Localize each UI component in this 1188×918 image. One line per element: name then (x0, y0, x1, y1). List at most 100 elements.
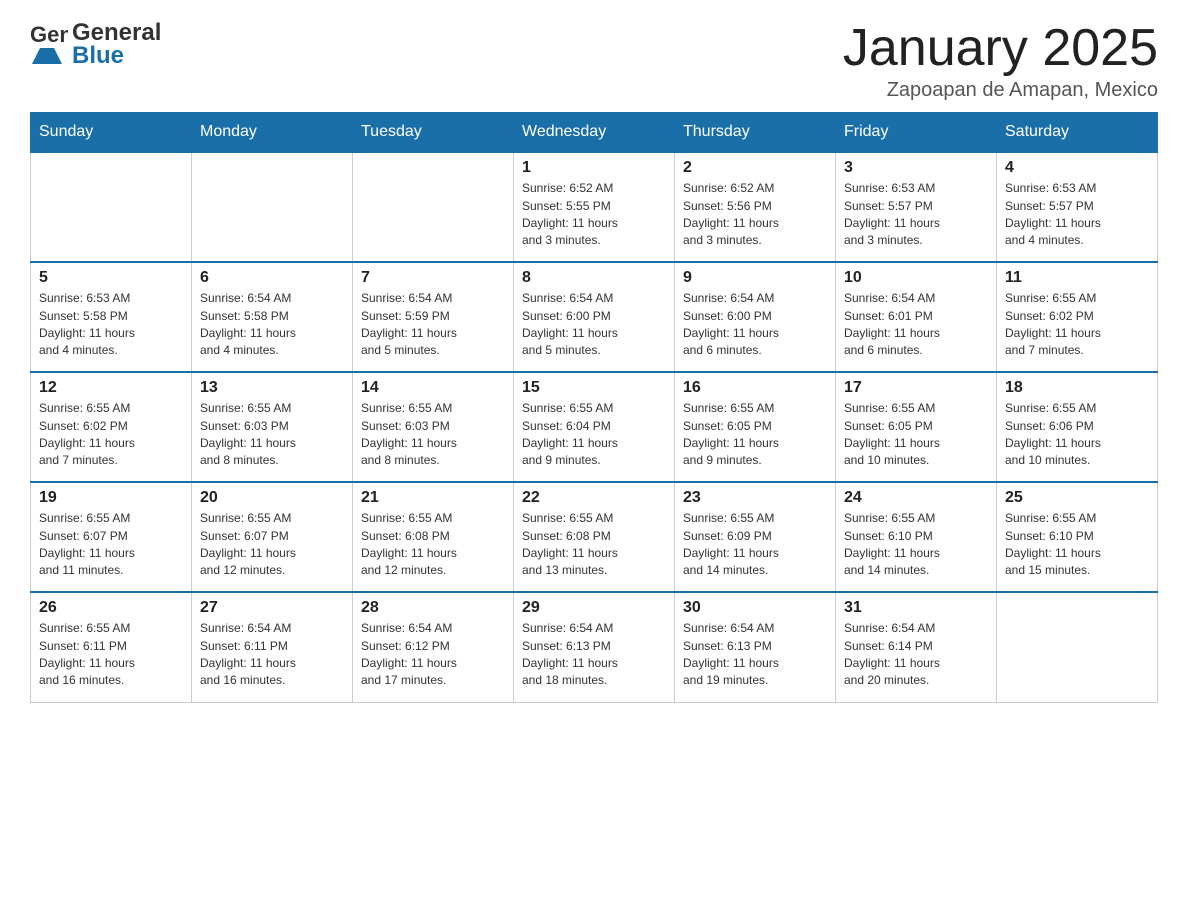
day-number: 15 (522, 379, 666, 397)
day-number: 4 (1005, 159, 1149, 177)
logo: General General Blue (30, 20, 161, 69)
day-info: Sunrise: 6:54 AM Sunset: 6:11 PM Dayligh… (200, 620, 344, 690)
table-row: 16 Sunrise: 6:55 AM Sunset: 6:05 PM Dayli… (675, 372, 836, 482)
table-row: 6Sunrise: 6:54 AM Sunset: 5:58 PM Daylig… (192, 262, 353, 372)
day-info: Sunrise: 6:52 AM Sunset: 5:56 PM Dayligh… (683, 180, 827, 250)
day-info: Sunrise: 6:54 AM Sunset: 6:13 PM Dayligh… (683, 620, 827, 690)
day-info: Sunrise: 6:52 AM Sunset: 5:55 PM Dayligh… (522, 180, 666, 250)
month-title: January 2025 (843, 20, 1158, 77)
day-number: 26 (39, 599, 183, 617)
day-info: Sunrise: 6:54 AM Sunset: 6:00 PM Dayligh… (683, 290, 827, 360)
day-number: 14 (361, 379, 505, 397)
table-row: 3 Sunrise: 6:53 AM Sunset: 5:57 PM Daylig… (836, 152, 997, 262)
calendar-week-row: 26 Sunrise: 6:55 AM Sunset: 6:11 PM Dayli… (31, 592, 1158, 702)
day-number: 13 (200, 379, 344, 397)
table-row: 7 Sunrise: 6:54 AM Sunset: 5:59 PM Daylig… (353, 262, 514, 372)
day-info: Sunrise: 6:55 AM Sunset: 6:06 PM Dayligh… (1005, 400, 1149, 470)
day-info: Sunrise: 6:54 AM Sunset: 5:59 PM Dayligh… (361, 290, 505, 360)
day-number: 11 (1005, 269, 1149, 287)
table-row: 11 Sunrise: 6:55 AM Sunset: 6:02 PM Dayli… (997, 262, 1158, 372)
table-row: 1 Sunrise: 6:52 AM Sunset: 5:55 PM Daylig… (514, 152, 675, 262)
col-sunday: Sunday (31, 113, 192, 153)
col-tuesday: Tuesday (353, 113, 514, 153)
table-row: 25 Sunrise: 6:55 AM Sunset: 6:10 PM Dayli… (997, 482, 1158, 592)
table-row: 26 Sunrise: 6:55 AM Sunset: 6:11 PM Dayli… (31, 592, 192, 702)
logo-icon: General (30, 20, 68, 69)
day-number: 1 (522, 159, 666, 177)
day-info: Sunrise: 6:55 AM Sunset: 6:07 PM Dayligh… (200, 510, 344, 580)
day-info: Sunrise: 6:54 AM Sunset: 6:13 PM Dayligh… (522, 620, 666, 690)
day-info: Sunrise: 6:54 AM Sunset: 6:14 PM Dayligh… (844, 620, 988, 690)
day-info: Sunrise: 6:53 AM Sunset: 5:58 PM Dayligh… (39, 290, 183, 360)
table-row: 28Sunrise: 6:54 AM Sunset: 6:12 PM Dayli… (353, 592, 514, 702)
day-number: 27 (200, 599, 344, 617)
table-row (997, 592, 1158, 702)
day-number: 5 (39, 269, 183, 287)
logo-blue-text: Blue (72, 43, 161, 69)
table-row: 27 Sunrise: 6:54 AM Sunset: 6:11 PM Dayli… (192, 592, 353, 702)
day-number: 30 (683, 599, 827, 617)
table-row: 13Sunrise: 6:55 AM Sunset: 6:03 PM Dayli… (192, 372, 353, 482)
table-row: 18 Sunrise: 6:55 AM Sunset: 6:06 PM Dayli… (997, 372, 1158, 482)
calendar-week-row: 5 Sunrise: 6:53 AM Sunset: 5:58 PM Daylig… (31, 262, 1158, 372)
day-number: 31 (844, 599, 988, 617)
col-saturday: Saturday (997, 113, 1158, 153)
day-info: Sunrise: 6:55 AM Sunset: 6:09 PM Dayligh… (683, 510, 827, 580)
calendar-week-row: 1 Sunrise: 6:52 AM Sunset: 5:55 PM Daylig… (31, 152, 1158, 262)
table-row: 8 Sunrise: 6:54 AM Sunset: 6:00 PM Daylig… (514, 262, 675, 372)
day-info: Sunrise: 6:55 AM Sunset: 6:02 PM Dayligh… (1005, 290, 1149, 360)
day-number: 19 (39, 489, 183, 507)
day-number: 18 (1005, 379, 1149, 397)
day-info: Sunrise: 6:54 AM Sunset: 6:12 PM Dayligh… (361, 620, 505, 690)
day-number: 12 (39, 379, 183, 397)
table-row: 21 Sunrise: 6:55 AM Sunset: 6:08 PM Dayli… (353, 482, 514, 592)
table-row: 31 Sunrise: 6:54 AM Sunset: 6:14 PM Dayli… (836, 592, 997, 702)
svg-text:General: General (30, 22, 68, 47)
calendar-week-row: 12 Sunrise: 6:55 AM Sunset: 6:02 PM Dayli… (31, 372, 1158, 482)
table-row (353, 152, 514, 262)
day-number: 21 (361, 489, 505, 507)
day-info: Sunrise: 6:55 AM Sunset: 6:11 PM Dayligh… (39, 620, 183, 690)
day-info: Sunrise: 6:53 AM Sunset: 5:57 PM Dayligh… (1005, 180, 1149, 250)
table-row: 23Sunrise: 6:55 AM Sunset: 6:09 PM Dayli… (675, 482, 836, 592)
table-row: 29 Sunrise: 6:54 AM Sunset: 6:13 PM Dayli… (514, 592, 675, 702)
table-row: 5 Sunrise: 6:53 AM Sunset: 5:58 PM Daylig… (31, 262, 192, 372)
table-row: 17Sunrise: 6:55 AM Sunset: 6:05 PM Dayli… (836, 372, 997, 482)
calendar-header-row: Sunday Monday Tuesday Wednesday Thursday… (31, 113, 1158, 153)
table-row: 15 Sunrise: 6:55 AM Sunset: 6:04 PM Dayli… (514, 372, 675, 482)
table-row: 2Sunrise: 6:52 AM Sunset: 5:56 PM Daylig… (675, 152, 836, 262)
table-row: 14Sunrise: 6:55 AM Sunset: 6:03 PM Dayli… (353, 372, 514, 482)
day-number: 3 (844, 159, 988, 177)
day-info: Sunrise: 6:55 AM Sunset: 6:10 PM Dayligh… (1005, 510, 1149, 580)
day-number: 8 (522, 269, 666, 287)
table-row: 19 Sunrise: 6:55 AM Sunset: 6:07 PM Dayli… (31, 482, 192, 592)
day-info: Sunrise: 6:55 AM Sunset: 6:04 PM Dayligh… (522, 400, 666, 470)
day-info: Sunrise: 6:55 AM Sunset: 6:08 PM Dayligh… (361, 510, 505, 580)
table-row: 22Sunrise: 6:55 AM Sunset: 6:08 PM Dayli… (514, 482, 675, 592)
table-row: 30 Sunrise: 6:54 AM Sunset: 6:13 PM Dayli… (675, 592, 836, 702)
calendar-table: Sunday Monday Tuesday Wednesday Thursday… (30, 112, 1158, 703)
page-header: General General Blue January 2025 Zapoap… (30, 20, 1158, 102)
col-thursday: Thursday (675, 113, 836, 153)
table-row: 24Sunrise: 6:55 AM Sunset: 6:10 PM Dayli… (836, 482, 997, 592)
table-row: 12 Sunrise: 6:55 AM Sunset: 6:02 PM Dayli… (31, 372, 192, 482)
table-row: 4 Sunrise: 6:53 AM Sunset: 5:57 PM Daylig… (997, 152, 1158, 262)
day-number: 29 (522, 599, 666, 617)
day-info: Sunrise: 6:54 AM Sunset: 6:00 PM Dayligh… (522, 290, 666, 360)
col-monday: Monday (192, 113, 353, 153)
day-number: 10 (844, 269, 988, 287)
day-info: Sunrise: 6:55 AM Sunset: 6:07 PM Dayligh… (39, 510, 183, 580)
day-info: Sunrise: 6:54 AM Sunset: 6:01 PM Dayligh… (844, 290, 988, 360)
day-number: 20 (200, 489, 344, 507)
day-info: Sunrise: 6:55 AM Sunset: 6:08 PM Dayligh… (522, 510, 666, 580)
day-info: Sunrise: 6:55 AM Sunset: 6:02 PM Dayligh… (39, 400, 183, 470)
location-subtitle: Zapoapan de Amapan, Mexico (843, 79, 1158, 102)
day-info: Sunrise: 6:55 AM Sunset: 6:05 PM Dayligh… (683, 400, 827, 470)
day-number: 17 (844, 379, 988, 397)
day-info: Sunrise: 6:55 AM Sunset: 6:10 PM Dayligh… (844, 510, 988, 580)
day-info: Sunrise: 6:53 AM Sunset: 5:57 PM Dayligh… (844, 180, 988, 250)
day-number: 7 (361, 269, 505, 287)
day-number: 25 (1005, 489, 1149, 507)
day-number: 16 (683, 379, 827, 397)
col-friday: Friday (836, 113, 997, 153)
